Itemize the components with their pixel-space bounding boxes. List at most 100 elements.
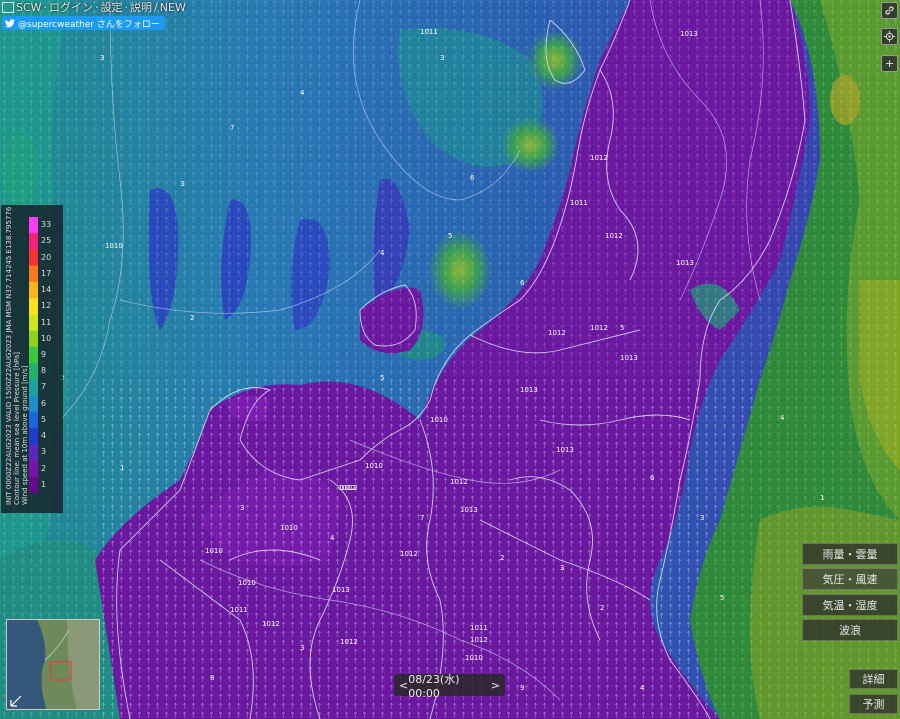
layer-temp-humidity-button[interactable]: 気温・湿度 bbox=[802, 594, 898, 616]
locate-button[interactable] bbox=[881, 28, 898, 45]
twitter-bird-icon bbox=[5, 18, 15, 27]
wind-speed-label: 6 bbox=[650, 474, 655, 482]
scw-link[interactable]: SCW bbox=[16, 1, 42, 14]
legend-title-line1: INIT 0000Z22AUG2023 VALID 1500Z22AUG2023… bbox=[5, 206, 13, 505]
wind-speed-label: 3 bbox=[180, 180, 184, 188]
isobar-label: 1011 bbox=[230, 606, 248, 614]
wind-speed-label: 6 bbox=[520, 279, 525, 287]
legend-swatch bbox=[29, 314, 38, 332]
layer-rain-cloud-button[interactable]: 雨量・雲量 bbox=[802, 543, 898, 565]
legend-tick: 6 bbox=[41, 398, 47, 408]
detail-button[interactable]: 詳細 bbox=[849, 669, 898, 689]
layer-waves-button[interactable]: 波浪 bbox=[802, 619, 898, 641]
isobar-label: 1012 bbox=[262, 620, 280, 628]
overview-minimap[interactable] bbox=[6, 619, 100, 710]
link-icon bbox=[885, 6, 894, 15]
wind-speed-label: 4 bbox=[300, 89, 305, 97]
wind-speed-label: 3 bbox=[560, 564, 564, 572]
target-icon bbox=[884, 31, 895, 42]
legend-title: INIT 0000Z22AUG2023 VALID 1500Z22AUG2023… bbox=[5, 207, 29, 505]
legend-swatch bbox=[29, 444, 38, 462]
isobar-label: 1010 bbox=[280, 524, 298, 532]
wind-speed-label: 3 bbox=[100, 54, 104, 62]
wind-speed-label: 5 bbox=[380, 374, 384, 382]
wind-speed-label: 7 bbox=[230, 124, 234, 132]
isobar-label: 1010 bbox=[365, 462, 383, 470]
wind-speed-label: 4 bbox=[330, 534, 335, 542]
legend-swatch bbox=[29, 281, 38, 299]
current-time: 08/23(水) 00:00 bbox=[408, 672, 460, 700]
weather-map[interactable]: 1011 1013 1012 1011 1012 1013 1012 1012 1010 1010… bbox=[0, 0, 900, 719]
isobar-label: 1012 bbox=[548, 329, 566, 337]
isobar-label: 1013 bbox=[460, 506, 478, 514]
legend-title-line3: Wind speed at 10m above ground [m/s] bbox=[21, 365, 29, 505]
legend-color-bar bbox=[29, 217, 38, 493]
legend-tick: 11 bbox=[41, 317, 52, 327]
new-link[interactable]: NEW bbox=[160, 1, 186, 14]
isobar-label: 1012 bbox=[470, 636, 488, 644]
isobar-label: 1010 bbox=[430, 416, 448, 424]
wind-speed-label: 5 bbox=[620, 324, 624, 332]
legend-title-line2: Contour line: mean sea level Pressure [h… bbox=[13, 351, 21, 505]
legend-swatch bbox=[29, 298, 38, 315]
layer-pressure-wind-button[interactable]: 気圧・風速 bbox=[802, 568, 898, 590]
wind-speed-label: 5 bbox=[720, 594, 724, 602]
legend-tick: 3 bbox=[41, 447, 47, 457]
isobar-label: 1010 bbox=[105, 242, 123, 250]
color-legend: INIT 0000Z22AUG2023 VALID 1500Z22AUG2023… bbox=[1, 205, 63, 513]
isobar-label: 1013 bbox=[520, 386, 538, 394]
isobar-label: 1013 bbox=[680, 30, 698, 38]
isobar-label: 1010 bbox=[238, 579, 256, 587]
legend-swatch bbox=[29, 411, 38, 429]
isobar-label: 1013 bbox=[332, 586, 350, 594]
twitter-follow-button[interactable]: @supercweather さんをフォロー bbox=[2, 16, 165, 30]
isobar-label: 1011 bbox=[470, 624, 488, 632]
legend-swatch bbox=[29, 379, 38, 397]
prev-time-button[interactable]: < bbox=[399, 679, 408, 692]
isobar-label: 1010 bbox=[465, 654, 483, 662]
legend-tick: 2 bbox=[41, 463, 47, 473]
legend-swatch bbox=[29, 363, 38, 380]
wind-speed-label: 4 bbox=[780, 414, 785, 422]
legend-swatch bbox=[29, 217, 38, 234]
wind-speed-label: 2 bbox=[500, 554, 504, 562]
wind-speed-label: 1 bbox=[820, 494, 824, 502]
wind-speed-label: 9 bbox=[520, 684, 524, 692]
legend-tick: 20 bbox=[41, 252, 52, 262]
legend-tick: 5 bbox=[41, 414, 47, 424]
help-link[interactable]: 説明 bbox=[130, 0, 152, 15]
legend-swatch bbox=[29, 233, 38, 250]
wind-speed-label: 7 bbox=[420, 514, 424, 522]
wind-speed-label: 4 bbox=[640, 684, 645, 692]
wind-speed-label: 4 bbox=[380, 249, 385, 257]
legend-tick: 14 bbox=[41, 285, 52, 295]
legend-tick: 9 bbox=[41, 350, 47, 359]
settings-link[interactable]: 設定 bbox=[101, 0, 123, 15]
isobar-label: 1013 bbox=[620, 354, 638, 362]
legend-tick: 4 bbox=[41, 431, 47, 441]
zoom-in-button[interactable]: + bbox=[881, 55, 898, 72]
wind-speed-label: 3 bbox=[700, 514, 704, 522]
next-time-button[interactable]: > bbox=[491, 679, 500, 692]
menu-separator: · bbox=[43, 0, 48, 14]
twitter-follow-label: @supercweather さんをフォロー bbox=[18, 19, 160, 30]
legend-tick: 7 bbox=[41, 382, 47, 392]
link-button[interactable] bbox=[881, 2, 898, 19]
wind-speed-label: 3 bbox=[440, 54, 444, 62]
legend-tick: 8 bbox=[41, 366, 47, 376]
wind-speed-label: 3 bbox=[300, 644, 304, 652]
wind-speed-label: 3 bbox=[240, 504, 244, 512]
isobar-label: 1011 bbox=[420, 28, 438, 36]
menu-square-icon[interactable] bbox=[2, 1, 14, 13]
isobar-label: 1013 bbox=[676, 259, 694, 267]
isobar-label: 1011 bbox=[570, 199, 588, 207]
forecast-button[interactable]: 予測 bbox=[849, 694, 898, 714]
login-link[interactable]: ログイン bbox=[49, 0, 93, 15]
isobar-label: 1012 bbox=[590, 324, 608, 332]
time-selector: < 08/23(水) 00:00 > bbox=[394, 673, 505, 700]
menu-separator: · bbox=[95, 0, 99, 14]
legend-tick: 12 bbox=[41, 301, 52, 311]
legend-swatch bbox=[29, 265, 38, 283]
isobar-label: 1012 bbox=[605, 232, 623, 240]
wind-speed-label: 8 bbox=[210, 674, 214, 682]
